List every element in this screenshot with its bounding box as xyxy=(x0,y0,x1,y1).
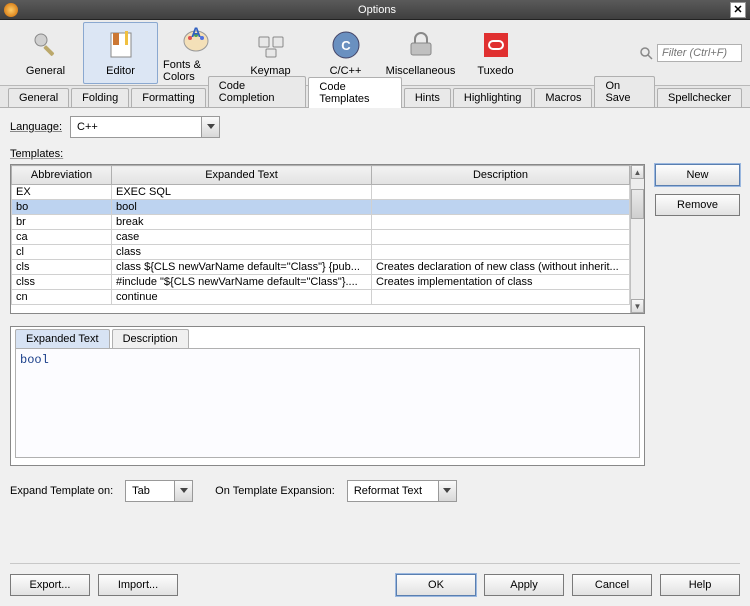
toolbox-icon xyxy=(405,29,437,61)
toolbar-item-keymap[interactable]: Keymap xyxy=(233,22,308,84)
import-button[interactable]: Import... xyxy=(98,574,178,596)
window-title: Options xyxy=(24,4,730,16)
scroll-thumb[interactable] xyxy=(631,189,644,219)
tab-hints[interactable]: Hints xyxy=(404,88,451,107)
chevron-down-icon xyxy=(438,481,456,501)
chevron-down-icon xyxy=(174,481,192,501)
tab-general[interactable]: General xyxy=(8,88,69,107)
new-button[interactable]: New xyxy=(655,164,740,186)
expand-template-value: Tab xyxy=(126,481,174,501)
table-row[interactable]: clclass xyxy=(12,245,630,260)
table-row[interactable]: EXEXEC SQL xyxy=(12,185,630,200)
tab-code-templates[interactable]: Code Templates xyxy=(308,77,401,108)
export-button[interactable]: Export... xyxy=(10,574,90,596)
editor-tab-description[interactable]: Description xyxy=(112,329,189,348)
language-combo[interactable]: C++ xyxy=(70,116,220,138)
toolbar-label: Keymap xyxy=(250,65,290,77)
svg-text:C: C xyxy=(341,38,351,53)
editor-body[interactable]: bool xyxy=(15,348,640,458)
toolbar-item-tuxedo[interactable]: Tuxedo xyxy=(458,22,533,84)
help-button[interactable]: Help xyxy=(660,574,740,596)
expand-template-combo[interactable]: Tab xyxy=(125,480,193,502)
toolbar-item-fonts[interactable]: A Fonts & Colors xyxy=(158,22,233,84)
tab-highlighting[interactable]: Highlighting xyxy=(453,88,532,107)
table-row[interactable]: brbreak xyxy=(12,215,630,230)
cancel-button[interactable]: Cancel xyxy=(572,574,652,596)
toolbar-label: Tuxedo xyxy=(477,65,513,77)
templates-table: Abbreviation Expanded Text Description E… xyxy=(10,164,645,314)
templates-label: Templates: xyxy=(10,148,740,160)
apply-button[interactable]: Apply xyxy=(484,574,564,596)
col-expanded-text[interactable]: Expanded Text xyxy=(112,166,372,185)
tab-formatting[interactable]: Formatting xyxy=(131,88,206,107)
search-input[interactable] xyxy=(657,44,742,62)
toolbar-item-general[interactable]: General xyxy=(8,22,83,84)
ccpp-icon: C xyxy=(330,29,362,61)
on-expansion-label: On Template Expansion: xyxy=(215,485,335,497)
toolbar-label: Editor xyxy=(106,65,135,77)
remove-button[interactable]: Remove xyxy=(655,194,740,216)
expand-template-label: Expand Template on: xyxy=(10,485,113,497)
toolbar-label: General xyxy=(26,65,65,77)
table-row[interactable]: cncontinue xyxy=(12,290,630,305)
col-abbreviation[interactable]: Abbreviation xyxy=(12,166,112,185)
on-expansion-combo[interactable]: Reformat Text xyxy=(347,480,457,502)
toolbar-item-misc[interactable]: Miscellaneous xyxy=(383,22,458,84)
editor-icon xyxy=(105,29,137,61)
ok-button[interactable]: OK xyxy=(396,574,476,596)
col-description[interactable]: Description xyxy=(372,166,630,185)
svg-text:A: A xyxy=(190,24,200,40)
search-icon xyxy=(639,46,653,60)
tab-spellchecker[interactable]: Spellchecker xyxy=(657,88,742,107)
oracle-icon xyxy=(480,29,512,61)
scrollbar[interactable]: ▲ ▼ xyxy=(630,165,644,313)
table-row[interactable]: clss#include "${CLS newVarName default="… xyxy=(12,275,630,290)
language-value: C++ xyxy=(71,117,201,137)
tab-macros[interactable]: Macros xyxy=(534,88,592,107)
scroll-down-icon[interactable]: ▼ xyxy=(631,299,644,313)
on-expansion-value: Reformat Text xyxy=(348,481,438,501)
gear-wrench-icon xyxy=(30,29,62,61)
palette-icon: A xyxy=(180,23,212,55)
table-row[interactable]: bobool xyxy=(12,200,630,215)
tab-on-save[interactable]: On Save xyxy=(594,76,655,107)
toolbar-label: Miscellaneous xyxy=(386,65,456,77)
table-row[interactable]: clsclass ${CLS newVarName default="Class… xyxy=(12,260,630,275)
toolbar-item-editor[interactable]: Editor xyxy=(83,22,158,84)
toolbar-item-ccpp[interactable]: C C/C++ xyxy=(308,22,383,84)
table-row[interactable]: cacase xyxy=(12,230,630,245)
language-label: Language: xyxy=(10,121,70,133)
tab-code-completion[interactable]: Code Completion xyxy=(208,76,307,107)
toolbar-label: C/C++ xyxy=(330,65,362,77)
editor-tab-expanded[interactable]: Expanded Text xyxy=(15,329,110,348)
app-icon xyxy=(4,3,18,17)
scroll-up-icon[interactable]: ▲ xyxy=(631,165,644,179)
chevron-down-icon xyxy=(201,117,219,137)
tab-folding[interactable]: Folding xyxy=(71,88,129,107)
close-icon[interactable]: ✕ xyxy=(730,2,746,18)
keyboard-icon xyxy=(255,29,287,61)
editor-tabstrip: General Folding Formatting Code Completi… xyxy=(0,86,750,108)
